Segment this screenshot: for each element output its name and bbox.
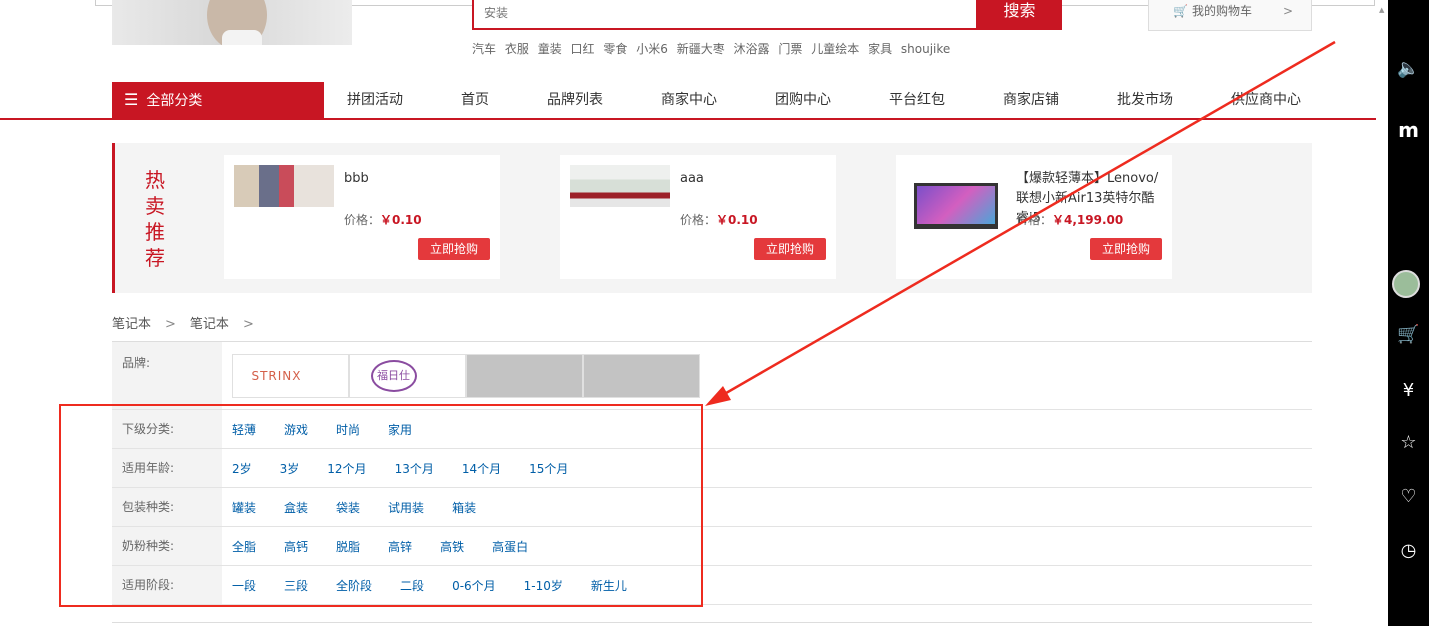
cart-icon[interactable]: 🛒 [1388, 324, 1429, 345]
hot-word[interactable]: 儿童绘本 [811, 42, 859, 56]
star-icon[interactable]: ☆ [1388, 432, 1429, 453]
price-label: 价格： [1016, 213, 1053, 227]
hot-title-char: 推 [145, 220, 165, 244]
price-value: ￥0.10 [716, 213, 758, 227]
nav-item[interactable]: 商家店铺 [980, 82, 1082, 118]
hot-title-char: 热 [145, 168, 165, 192]
brand-logo[interactable] [583, 354, 700, 398]
hot-words: 汽车 衣服 童装 口红 零食 小米6 新疆大枣 沐浴露 门票 儿童绘本 家具 s… [472, 40, 955, 57]
right-sidebar: 🔈 m 🛒 ¥ ☆ ♡ ◷ [1388, 0, 1429, 626]
main-nav: ☰ 全部分类 拼团活动 首页 品牌列表 商家中心 团购中心 平台红包 商家店铺 批… [0, 82, 1390, 120]
buy-now-button[interactable]: 立即抢购 [754, 238, 826, 260]
product-price: 价格：￥4,199.00 [1016, 211, 1123, 228]
hot-word[interactable]: 汽车 [472, 42, 496, 56]
avatar[interactable] [1392, 270, 1420, 298]
yen-icon[interactable]: ¥ [1388, 380, 1429, 401]
chevron-right-icon: > [165, 317, 176, 332]
brand-logo[interactable]: 福日仕 [349, 354, 466, 398]
hot-word[interactable]: 沐浴露 [734, 42, 770, 56]
price-value: ￥0.10 [380, 213, 422, 227]
price-label: 价格： [344, 213, 381, 227]
hot-word[interactable]: shoujike [901, 42, 950, 56]
nav-item[interactable]: 平台红包 [866, 82, 968, 118]
scrollbar[interactable]: ▲ [1376, 0, 1388, 626]
product-image[interactable] [914, 183, 998, 229]
brand-name: STRINX [251, 369, 302, 383]
hot-title-char: 卖 [145, 194, 165, 218]
nav-item[interactable]: 团购中心 [752, 82, 854, 118]
nav-item[interactable]: 拼团活动 [324, 82, 426, 118]
search-box [472, 0, 978, 30]
brand-name: 福日仕 [370, 360, 417, 392]
hot-word[interactable]: 新疆大枣 [677, 42, 725, 56]
cart-icon: 🛒 [1173, 4, 1188, 18]
nav-item[interactable]: 品牌列表 [524, 82, 626, 118]
hot-title-char: 荐 [145, 246, 165, 270]
hot-word[interactable]: 小米6 [636, 42, 668, 56]
product-price: 价格：￥0.10 [344, 211, 422, 228]
breadcrumb-item[interactable]: 笔记本 [190, 317, 229, 332]
all-categories-label: 全部分类 [146, 93, 203, 109]
price-value: ￥4,199.00 [1052, 213, 1124, 227]
product-name[interactable]: aaa [680, 169, 830, 189]
brand-logo[interactable] [466, 354, 583, 398]
breadcrumb: 笔记本 > 笔记本 > [112, 313, 268, 332]
product-image[interactable] [570, 165, 670, 207]
product-image[interactable] [234, 165, 334, 207]
chevron-right-icon: > [1282, 4, 1293, 18]
price-label: 价格： [680, 213, 717, 227]
hot-word[interactable]: 家具 [868, 42, 892, 56]
product-card: 【爆款轻薄本】Lenovo/联想小新Air13英特尔酷睿i5 价格：￥4,199… [896, 155, 1172, 279]
hot-title: 热 卖 推 荐 [143, 167, 167, 271]
brand-logo[interactable]: STRINX [232, 354, 349, 398]
hot-word[interactable]: 衣服 [505, 42, 529, 56]
speaker-icon[interactable]: 🔈 [1388, 58, 1429, 79]
banner-shirt [222, 30, 262, 45]
filter-row-brand: 品牌: STRINX 福日仕 [112, 342, 1312, 410]
hot-word[interactable]: 童装 [538, 42, 562, 56]
cart-label: 我的购物车 [1191, 4, 1252, 18]
product-card: bbb 价格：￥0.10 立即抢购 [224, 155, 500, 279]
cart-button[interactable]: 🛒 我的购物车 > [1148, 0, 1312, 31]
buy-now-button[interactable]: 立即抢购 [418, 238, 490, 260]
buy-now-button[interactable]: 立即抢购 [1090, 238, 1162, 260]
hot-recommend: 热 卖 推 荐 bbb 价格：￥0.10 立即抢购 aaa 价格：￥0.10 立… [112, 143, 1312, 293]
filter-label: 品牌: [112, 342, 222, 409]
history-icon[interactable]: ◷ [1388, 540, 1429, 561]
heart-icon[interactable]: ♡ [1388, 486, 1429, 507]
product-name[interactable]: bbb [344, 169, 494, 189]
nav-item[interactable]: 供应商中心 [1208, 82, 1324, 118]
product-price: 价格：￥0.10 [680, 211, 758, 228]
nav-item[interactable]: 批发市场 [1094, 82, 1196, 118]
product-card: aaa 价格：￥0.10 立即抢购 [560, 155, 836, 279]
banner-image[interactable] [112, 0, 352, 45]
m-logo-icon[interactable]: m [1388, 118, 1429, 142]
hot-word[interactable]: 零食 [603, 42, 627, 56]
breadcrumb-item[interactable]: 笔记本 [112, 317, 151, 332]
nav-item[interactable]: 商家中心 [638, 82, 740, 118]
nav-items: 拼团活动 首页 品牌列表 商家中心 团购中心 平台红包 商家店铺 批发市场 供应… [324, 82, 1336, 118]
search-input[interactable] [474, 0, 976, 28]
chevron-right-icon: > [242, 317, 254, 332]
menu-icon: ☰ [124, 90, 139, 109]
brand-list: STRINX 福日仕 [222, 342, 1312, 409]
annotation-box [59, 404, 703, 607]
scroll-up-icon[interactable]: ▲ [1379, 6, 1384, 14]
search-button[interactable]: 搜索 [977, 0, 1062, 30]
hot-word[interactable]: 口红 [571, 42, 595, 56]
bottom-divider [112, 622, 1312, 623]
nav-item[interactable]: 首页 [438, 82, 512, 118]
all-categories-button[interactable]: ☰ 全部分类 [112, 82, 324, 118]
hot-word[interactable]: 门票 [778, 42, 802, 56]
